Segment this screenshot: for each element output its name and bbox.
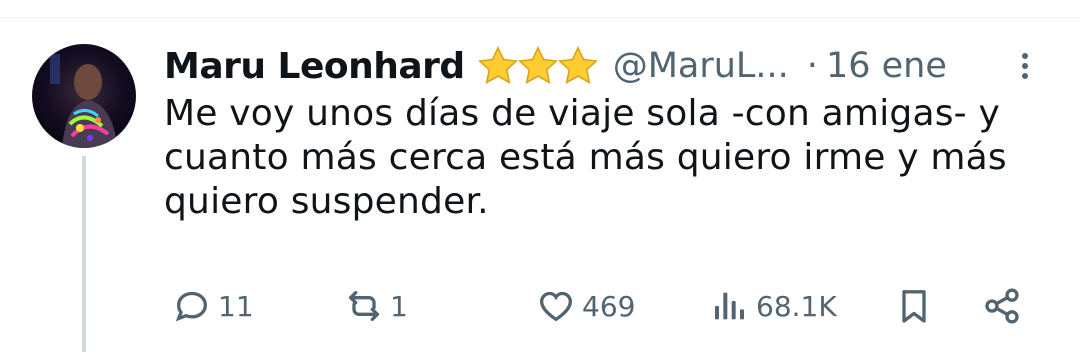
like-count: 469 (582, 289, 636, 323)
bookmark-icon (902, 290, 926, 323)
bookmark-button[interactable] (894, 282, 934, 330)
author-name[interactable]: Maru Leonhard (164, 46, 465, 87)
thread-line (82, 156, 86, 352)
reply-button[interactable]: 11 (172, 282, 254, 330)
like-button[interactable]: 469 (536, 282, 635, 330)
analytics-icon (715, 292, 744, 320)
avatar[interactable] (32, 44, 136, 148)
tweet-text: Me voy unos días de viaje sola -con amig… (164, 93, 1007, 222)
repost-count: 1 (390, 289, 408, 323)
author-handle[interactable]: @MaruL... (613, 46, 789, 86)
timestamp[interactable]: 16 ene (826, 46, 947, 86)
tweet-header: Maru Leonhard @MaruL... · 16 ene (164, 40, 947, 92)
badge-stars (475, 43, 598, 89)
reply-icon (175, 291, 208, 322)
repost-button[interactable]: 1 (344, 282, 408, 330)
repost-icon (349, 291, 379, 321)
views-button[interactable]: 68.1K (710, 282, 837, 330)
action-bar: 11 1 469 68.1K (164, 282, 1044, 330)
share-icon (985, 288, 1019, 324)
share-button[interactable] (982, 282, 1022, 330)
heart-icon (539, 291, 573, 322)
top-divider (0, 17, 1080, 18)
reply-count: 11 (218, 289, 254, 323)
star-icon (557, 46, 598, 84)
views-count: 68.1K (756, 289, 837, 323)
more-options-icon[interactable] (1010, 48, 1040, 84)
separator-dot: · (806, 46, 818, 86)
